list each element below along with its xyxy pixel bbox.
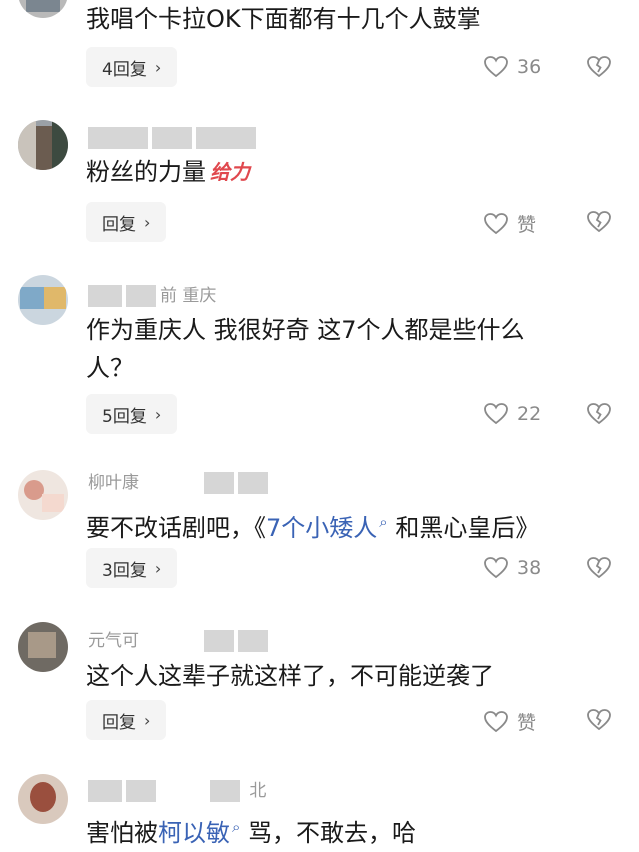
avatar[interactable] [18,622,68,672]
avatar[interactable] [18,0,68,18]
dislike-button[interactable] [586,210,612,238]
comment-text-post: 和黑心皇后》 [387,514,540,542]
avatar[interactable] [18,470,68,520]
username-meta: 柳叶康 [88,468,272,494]
comment-text: 作为重庆人 我很好奇 这7个人都是些什么 人？ [86,311,613,387]
avatar[interactable] [18,120,68,170]
heart-outline-icon [484,56,508,78]
like-button[interactable]: 38 [483,556,541,580]
like-button[interactable]: 36 [483,55,541,79]
like-label: 赞 [517,712,537,734]
broken-heart-icon [587,56,611,78]
reply-button[interactable]: 5回复 › [86,394,178,434]
comment-text: 要不改话剧吧，《7个小矮人 ⌕ 和黑心皇后》 [86,503,613,547]
username-meta: 北 [88,776,266,802]
chevron-right-icon: › [144,212,151,232]
username: 柳叶康 [88,473,139,493]
comment-text-line: 人？ [86,354,134,382]
username-meta: 前 重庆 [88,281,216,307]
comment-text: 粉丝的力量 给力 [86,153,613,191]
chevron-right-icon: › [154,558,162,578]
comment-text: 这个人这辈子就这样了，不可能逆袭了 [86,662,494,690]
sticker-gei-li: 给力 [210,160,250,184]
heart-outline-icon [484,403,508,425]
search-mark-icon[interactable]: ⌕ [379,513,387,531]
like-button[interactable]: 22 [483,402,541,426]
comment-text: 害怕被柯以敏 ⌕ 骂，不敢去，哈 [86,808,613,852]
time-location: 前 重庆 [160,286,217,306]
heart-outline-icon [484,557,508,579]
avatar[interactable] [18,275,68,325]
comment-text-main: 粉丝的力量 [86,158,206,186]
username: 元气可 [88,631,139,651]
reply-button[interactable]: 回复 › [86,202,167,242]
comment-text-pre: 要不改话剧吧，《 [86,514,266,542]
like-label: 赞 [517,214,537,236]
avatar[interactable] [18,774,68,824]
heart-outline-icon [484,212,508,234]
broken-heart-icon [587,211,611,233]
username-meta: 元气可 [88,626,272,652]
search-link[interactable]: 7个小矮人 [266,514,377,542]
reply-button[interactable]: 4回复 › [86,47,178,87]
comment-text-pre: 害怕被 [86,819,158,847]
like-count: 36 [517,56,542,78]
like-count: 22 [517,403,542,425]
search-link[interactable]: 柯以敏 [158,819,230,847]
reply-label: 5回复 [102,406,147,427]
comment-text: 我唱个卡拉OK下面都有十几个人鼓掌 [86,5,481,33]
dislike-button[interactable] [586,402,612,430]
broken-heart-icon [587,403,611,425]
comment-text-post: 骂，不敢去，哈 [240,819,417,847]
reply-label: 4回复 [102,59,147,80]
comment-text-line: 作为重庆人 我很好奇 这7个人都是些什么 [86,316,525,344]
dislike-button[interactable] [586,708,612,736]
dislike-button[interactable] [586,556,612,584]
like-button[interactable]: 赞 [483,210,536,237]
reply-button[interactable]: 3回复 › [86,548,178,588]
chevron-right-icon: › [144,710,151,730]
like-count: 38 [517,557,542,579]
location: 北 [249,781,267,801]
username-meta [88,127,260,149]
like-button[interactable]: 赞 [483,708,536,735]
reply-label: 回复 [102,712,136,733]
broken-heart-icon [587,557,611,579]
heart-outline-icon [484,710,508,732]
reply-label: 回复 [102,214,136,235]
reply-label: 3回复 [102,560,147,581]
chevron-right-icon: › [154,57,162,77]
chevron-right-icon: › [154,404,162,424]
dislike-button[interactable] [586,55,612,83]
reply-button[interactable]: 回复 › [86,700,167,740]
broken-heart-icon [587,709,611,731]
